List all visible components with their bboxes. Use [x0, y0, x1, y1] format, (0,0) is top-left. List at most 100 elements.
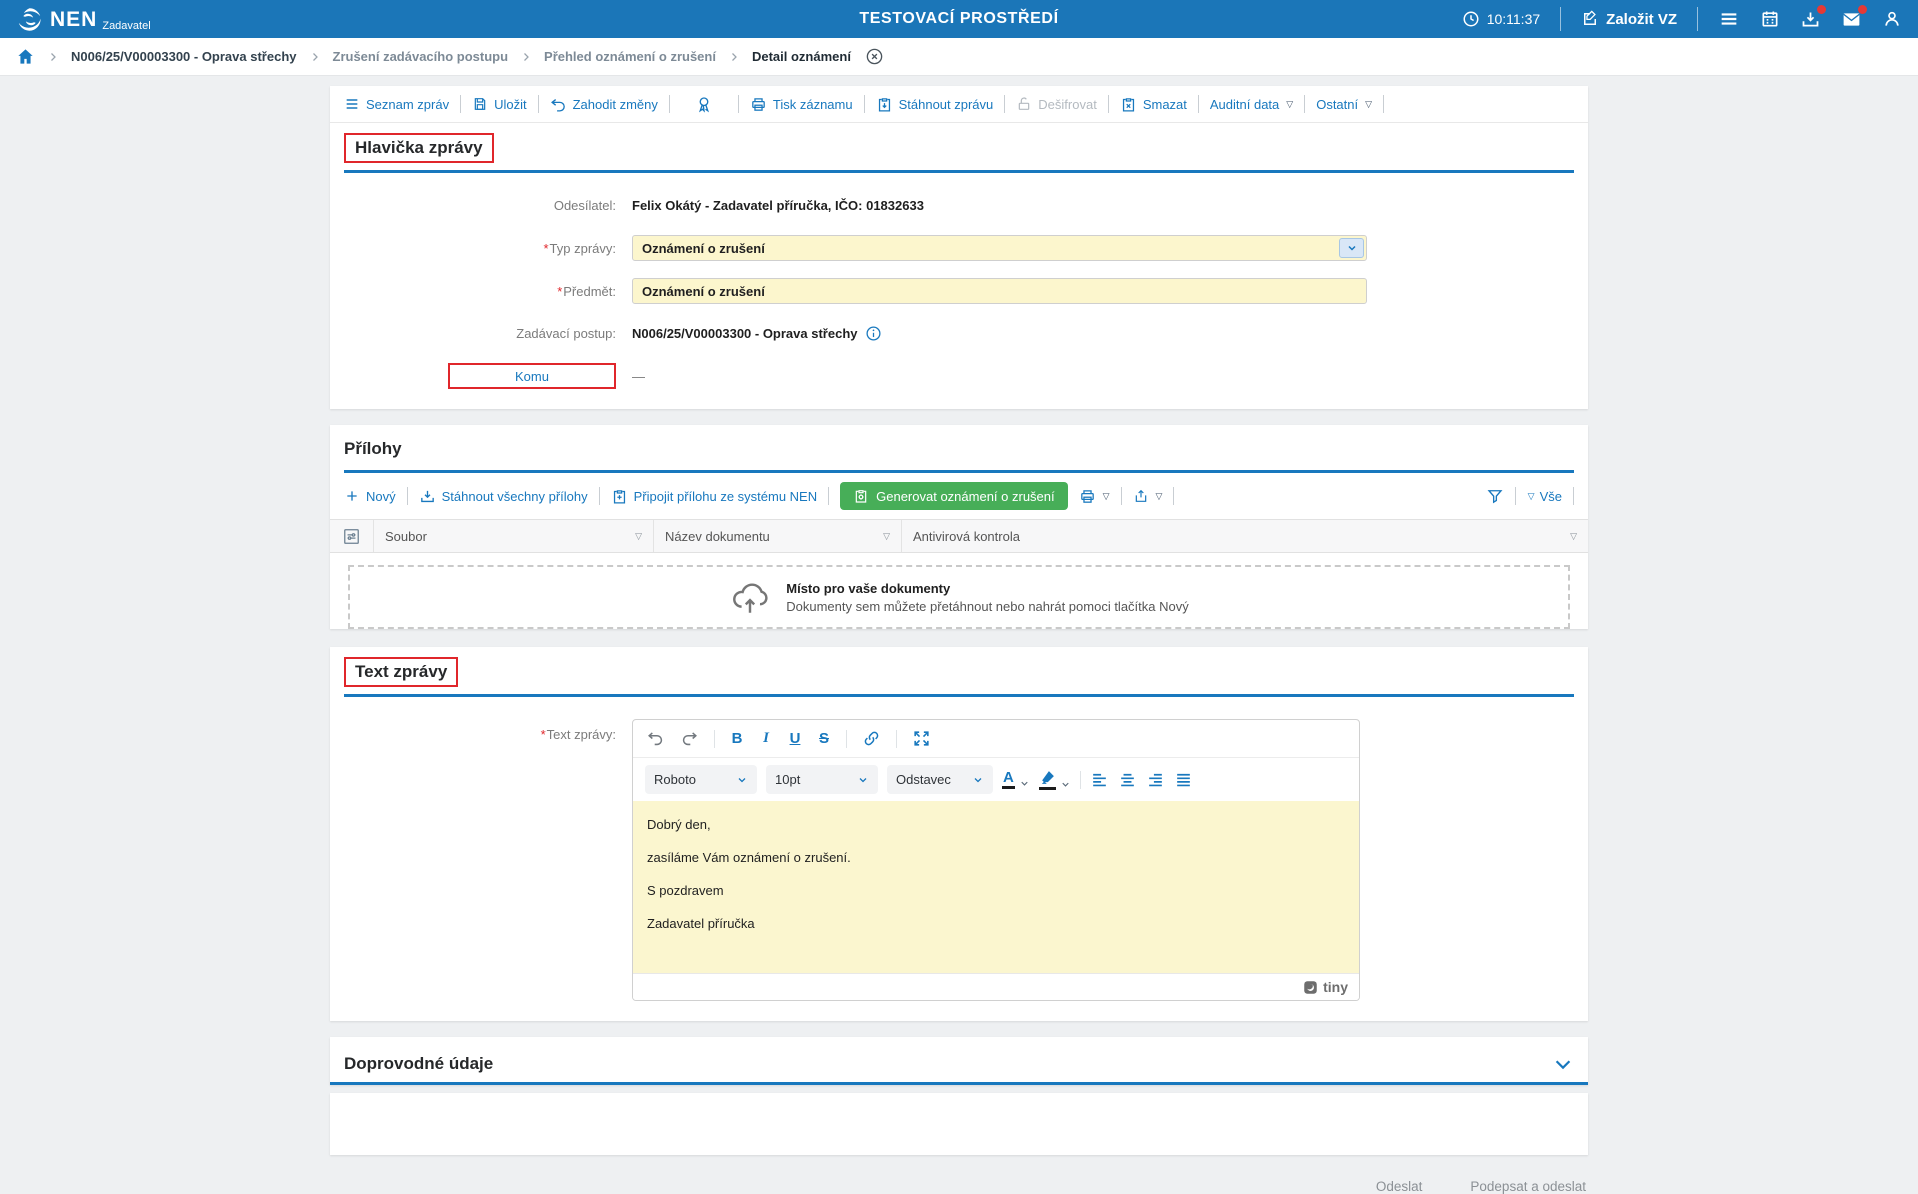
filter-icon[interactable]	[1486, 487, 1504, 505]
tiny-logo[interactable]	[1303, 980, 1318, 995]
bold-button[interactable]: B	[730, 730, 744, 747]
chevron-down-icon[interactable]	[1339, 238, 1364, 258]
column-header-antivir[interactable]: Antivirová kontrola ▽	[902, 520, 1588, 552]
download-message-label: Stáhnout zprávu	[899, 97, 994, 112]
accompanying-data-body	[330, 1093, 1588, 1155]
underline-button[interactable]: U	[788, 730, 802, 747]
editor-content[interactable]: Dobrý den, zasíláme Vám oznámení o zruše…	[633, 801, 1359, 973]
align-left-icon[interactable]	[1090, 770, 1109, 789]
link-icon[interactable]	[862, 729, 881, 748]
recipient-label-wrap: Komu	[344, 363, 632, 389]
top-bar: NEN Zadavatel TESTOVACÍ PROSTŘEDÍ 10:11:…	[0, 0, 1918, 38]
downloads-icon[interactable]	[1800, 9, 1821, 30]
divider	[1198, 95, 1199, 113]
home-icon[interactable]	[16, 47, 35, 66]
caret-down-icon: ▽	[1365, 99, 1372, 110]
menu-icon[interactable]	[1718, 8, 1740, 30]
divider	[1304, 95, 1305, 113]
attachments-dropzone[interactable]: Místo pro vaše dokumenty Dokumenty sem m…	[348, 565, 1570, 629]
print-attachments-button[interactable]: ▽	[1079, 488, 1110, 505]
breadcrumb-item-overview[interactable]: Přehled oznámení o zrušení	[544, 49, 716, 64]
footer-actions: Odeslat Podepsat a odeslat	[330, 1171, 1588, 1194]
other-button[interactable]: Ostatní ▽	[1316, 97, 1372, 112]
align-justify-icon[interactable]	[1174, 770, 1193, 789]
richtext-editor: B I U S Roboto	[632, 719, 1360, 1001]
decrypt-button[interactable]: Dešifrovat	[1016, 96, 1097, 112]
filter-all-button[interactable]: ▽ Vše	[1527, 489, 1562, 504]
highlighter-icon	[1039, 769, 1056, 790]
message-text-card: Text zprávy *Text zprávy: B I U S	[330, 647, 1588, 1021]
cloud-upload-icon	[729, 576, 771, 618]
divider	[669, 95, 670, 113]
form-row-procedure: Zadávací postup: N006/25/V00003300 - Opr…	[344, 321, 1574, 346]
download-all-attachments-button[interactable]: Stáhnout všechny přílohy	[419, 488, 588, 505]
column-header-soubor[interactable]: Soubor ▽	[374, 520, 654, 552]
italic-button[interactable]: I	[759, 730, 773, 747]
column-settings-button[interactable]	[330, 520, 374, 552]
text-color-button[interactable]: A	[1002, 770, 1030, 790]
generate-cancellation-button[interactable]: Generovat oznámení o zrušení	[840, 482, 1068, 510]
editor-footer: tiny	[633, 973, 1359, 1000]
procedure-value: N006/25/V00003300 - Oprava střechy	[632, 326, 858, 341]
sign-and-send-button[interactable]: Podepsat a odeslat	[1470, 1179, 1586, 1194]
font-size-value: 10pt	[775, 772, 800, 787]
undo-icon[interactable]	[646, 729, 665, 748]
accompanying-data-header[interactable]: Doprovodné údaje	[330, 1037, 1588, 1078]
export-attachments-button[interactable]: ▽	[1133, 488, 1163, 504]
attach-from-nen-button[interactable]: Připojit přílohu ze systému NEN	[611, 488, 818, 505]
chevron-right-icon	[47, 51, 59, 63]
print-record-button[interactable]: Tisk záznamu	[750, 96, 853, 113]
editor-toolbar-row1: B I U S	[633, 720, 1359, 757]
nen-logo[interactable]: NEN Zadavatel	[16, 6, 151, 33]
message-text-section-head: Text zprávy	[330, 647, 1588, 697]
column-filter-icon[interactable]: ▽	[635, 531, 642, 542]
divider	[1108, 95, 1109, 113]
subject-input[interactable]	[632, 278, 1367, 304]
audit-data-button[interactable]: Auditní data ▽	[1210, 97, 1293, 112]
download-message-button[interactable]: Stáhnout zprávu	[876, 96, 994, 113]
create-vz-label: Založit VZ	[1606, 11, 1677, 28]
column-label: Název dokumentu	[665, 529, 770, 544]
fullscreen-icon[interactable]	[912, 729, 931, 748]
create-vz-button[interactable]: Založit VZ	[1581, 10, 1677, 28]
discard-changes-button[interactable]: Zahodit změny	[550, 96, 658, 113]
required-asterisk: *	[541, 727, 546, 742]
divider	[738, 95, 739, 113]
new-attachment-button[interactable]: Nový	[344, 488, 396, 504]
breadcrumb-item-procedure[interactable]: N006/25/V00003300 - Oprava střechy	[71, 49, 297, 64]
menu-list-icon	[344, 96, 360, 112]
caret-down-icon: ▽	[1103, 491, 1110, 502]
highlight-color-button[interactable]	[1039, 769, 1071, 790]
recipient-link[interactable]: Komu	[448, 363, 616, 389]
close-icon[interactable]	[865, 47, 884, 66]
column-filter-icon[interactable]: ▽	[883, 531, 890, 542]
chevron-right-icon	[520, 51, 532, 63]
align-center-icon[interactable]	[1118, 770, 1137, 789]
new-attachment-label: Nový	[366, 489, 396, 504]
signature-seal-button[interactable]	[681, 95, 727, 113]
font-family-select[interactable]: Roboto	[645, 765, 757, 794]
strikethrough-button[interactable]: S	[817, 730, 831, 747]
redo-icon[interactable]	[680, 729, 699, 748]
breadcrumb-item-cancellation[interactable]: Zrušení zadávacího postupu	[333, 49, 509, 64]
attach-from-nen-label: Připojit přílohu ze systému NEN	[634, 489, 818, 504]
message-type-value: Oznámení o zrušení	[642, 241, 765, 256]
column-filter-icon[interactable]: ▽	[1570, 531, 1577, 542]
calendar-icon[interactable]	[1760, 9, 1780, 29]
message-list-button[interactable]: Seznam zpráv	[344, 96, 449, 112]
mail-icon[interactable]	[1841, 9, 1862, 30]
delete-button[interactable]: Smazat	[1120, 96, 1187, 113]
column-header-nazev[interactable]: Název dokumentu ▽	[654, 520, 902, 552]
font-size-select[interactable]: 10pt	[766, 765, 878, 794]
align-right-icon[interactable]	[1146, 770, 1165, 789]
download-tray-icon	[419, 488, 436, 505]
user-icon[interactable]	[1882, 9, 1902, 29]
save-button[interactable]: Uložit	[472, 96, 527, 112]
divider	[828, 487, 829, 505]
chevron-down-icon[interactable]	[1552, 1053, 1574, 1075]
info-icon[interactable]	[865, 325, 882, 342]
send-button[interactable]: Odeslat	[1376, 1179, 1423, 1194]
message-type-select[interactable]: Oznámení o zrušení	[632, 235, 1367, 261]
message-header-form: Odesílatel: Felix Okátý - Zadavatel přír…	[330, 173, 1588, 409]
block-format-select[interactable]: Odstavec	[887, 765, 993, 794]
